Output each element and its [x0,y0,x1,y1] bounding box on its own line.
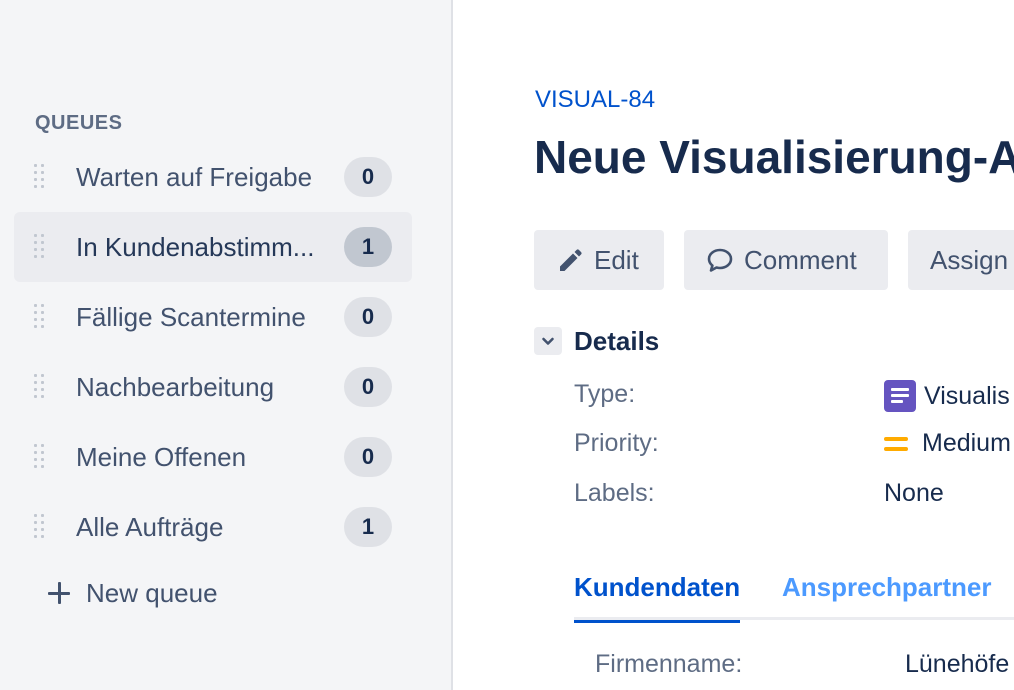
plus-icon [46,580,72,606]
assign-button[interactable]: Assign [908,230,1014,290]
visualisation-type-icon [884,380,916,412]
drag-handle-icon[interactable] [34,514,46,540]
queue-count-badge: 0 [344,437,392,477]
queue-label: In Kundenabstimm... [76,232,315,262]
comment-label: Comment [744,244,857,275]
field-label: Priority: [574,429,659,457]
queue-count-badge: 1 [344,227,392,267]
field-label: Firmenname: [595,650,743,678]
chevron-down-icon[interactable] [534,327,562,355]
assign-label: Assign [930,244,1009,275]
queue-count-badge: 0 [344,157,392,197]
queue-list: Warten auf Freigabe 0 In Kundenabstimm..… [14,142,412,562]
drag-handle-icon[interactable] [34,374,46,400]
queue-item-alle-auftraege[interactable]: Alle Aufträge 1 [14,492,412,562]
queues-heading: QUEUES [35,112,123,134]
type-value-text: Visualis [924,381,1010,410]
queue-count-badge: 0 [344,367,392,407]
issue-title[interactable]: Neue Visualisierung-A [534,130,1014,184]
queue-item-warten-auf-freigabe[interactable]: Warten auf Freigabe 0 [14,142,412,212]
details-section-header[interactable]: Details [534,322,659,360]
field-label: Type: [574,380,636,408]
queue-label: Meine Offenen [76,442,247,472]
tab-ansprechpartner[interactable]: Ansprechpartner [782,572,992,620]
issue-view: VISUAL-84 Neue Visualisierung-A Edit Com… [455,0,1014,690]
priority-value[interactable]: Medium [884,429,1011,458]
priority-medium-icon [884,434,908,454]
priority-value-text: Medium [922,429,1011,457]
comment-button[interactable]: Comment [684,230,888,290]
new-queue-button[interactable]: New queue [46,572,218,614]
queue-label: Alle Aufträge [76,512,224,542]
pencil-icon [560,249,582,271]
queues-sidebar: QUEUES Warten auf Freigabe 0 In Kundenab… [0,0,453,690]
labels-value[interactable]: None [884,479,944,508]
company-value: Lünehöfe [905,650,1010,678]
new-queue-label: New queue [86,577,218,608]
speech-bubble-icon [707,248,733,272]
queue-item-in-kundenabstimmung[interactable]: In Kundenabstimm... 1 [14,212,412,282]
issue-key-link[interactable]: VISUAL-84 [535,86,655,114]
drag-handle-icon[interactable] [34,234,46,260]
queue-label: Fällige Scantermine [76,302,306,332]
drag-handle-icon[interactable] [34,164,46,190]
edit-label: Edit [594,244,639,275]
queue-item-nachbearbeitung[interactable]: Nachbearbeitung 0 [14,352,412,422]
issue-tabs: Kundendaten Ansprechpartner [574,572,1014,623]
queue-label: Nachbearbeitung [76,372,275,402]
queue-item-meine-offenen[interactable]: Meine Offenen 0 [14,422,412,492]
type-value[interactable]: Visualis [884,380,1010,412]
details-title: Details [574,325,660,356]
queue-count-badge: 0 [344,297,392,337]
drag-handle-icon[interactable] [34,444,46,470]
queue-label: Warten auf Freigabe [76,162,313,192]
field-label: Labels: [574,479,655,507]
drag-handle-icon[interactable] [34,304,46,330]
edit-button[interactable]: Edit [534,230,664,290]
queue-count-badge: 1 [344,507,392,547]
queue-item-faellige-scantermine[interactable]: Fällige Scantermine 0 [14,282,412,352]
tab-kundendaten[interactable]: Kundendaten [574,572,741,623]
